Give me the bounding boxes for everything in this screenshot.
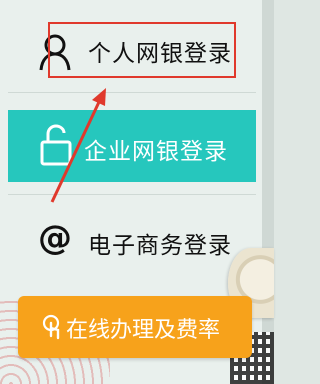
enterprise-banking-label: 企业网银登录 <box>84 139 228 165</box>
side-strip <box>262 0 274 384</box>
enterprise-banking-login[interactable]: 企业网银登录 <box>8 110 256 182</box>
annotation-highlight-box <box>48 22 236 78</box>
divider <box>8 194 256 195</box>
online-apply-rates-label: 在线办理及费率 <box>66 318 221 343</box>
at-sign-icon: @ <box>38 218 72 258</box>
ebusiness-label: 电子商务登录 <box>88 233 232 259</box>
unlock-icon <box>40 124 72 170</box>
divider <box>8 92 256 93</box>
online-apply-rates-button[interactable]: 在线办理及费率 <box>18 296 252 358</box>
hand-cursor-icon <box>42 314 64 344</box>
ebusiness-login[interactable]: @ 电子商务登录 <box>8 204 256 274</box>
